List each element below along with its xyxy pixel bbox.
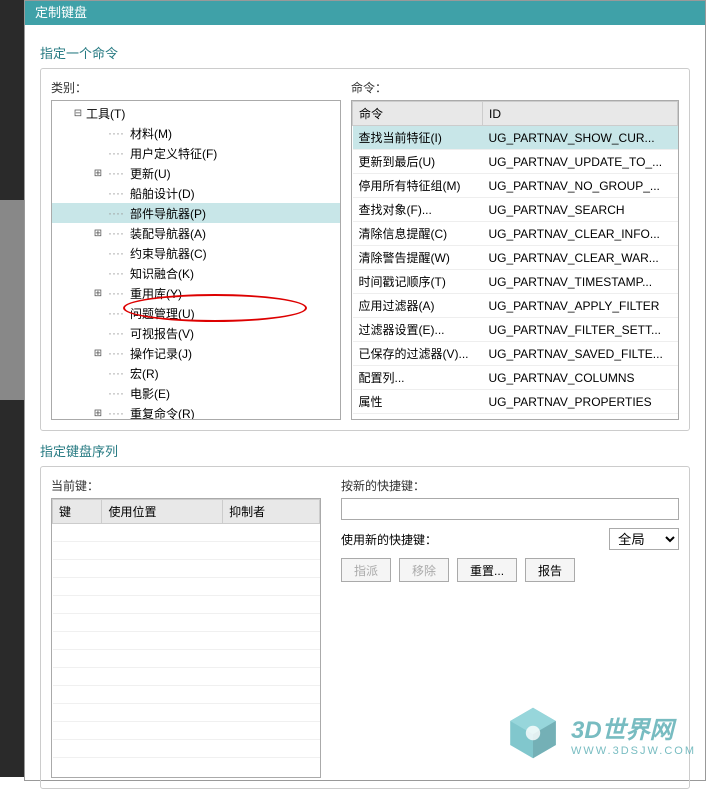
tree-item[interactable]: ····材料(M) (52, 123, 340, 143)
reset-button[interactable]: 重置... (457, 558, 517, 582)
tree-item[interactable]: ····宏(R) (52, 363, 340, 383)
tree-item[interactable]: ····可视报告(V) (52, 323, 340, 343)
tree-item[interactable]: ⊞····重用库(Y) (52, 283, 340, 303)
command-row[interactable]: 属性UG_PARTNAV_PROPERTIES (353, 390, 678, 414)
section-assign-command: 指定一个命令 (40, 43, 690, 62)
expand-icon[interactable]: ⊞ (92, 228, 104, 239)
expand-icon[interactable]: ⊞ (92, 408, 104, 419)
tree-item[interactable]: ····部件导航器(P) (52, 203, 340, 223)
tree-item[interactable]: ⊞····更新(U) (52, 163, 340, 183)
collapse-icon[interactable]: ⊟ (72, 108, 84, 119)
command-row[interactable]: 时间戳记顺序(T)UG_PARTNAV_TIMESTAMP... (353, 270, 678, 294)
tree-item[interactable]: ····问题管理(U) (52, 303, 340, 323)
dialog-title: 定制键盘 (25, 1, 705, 25)
command-row[interactable]: 配置列...UG_PARTNAV_COLUMNS (353, 366, 678, 390)
command-row[interactable]: 导出至浏览器(B)UG_PARTNAV_EXPORT_TO_... (353, 414, 678, 421)
command-label: 命令： (351, 79, 679, 96)
seq-header-key[interactable]: 键 (53, 500, 102, 524)
current-keys-table[interactable]: 键 使用位置 抑制者 (51, 498, 321, 778)
tree-root[interactable]: ⊟工具(T) (52, 103, 340, 123)
command-row[interactable]: 应用过滤器(A)UG_PARTNAV_APPLY_FILTER (353, 294, 678, 318)
command-row[interactable]: 过滤器设置(E)...UG_PARTNAV_FILTER_SETT... (353, 318, 678, 342)
command-row[interactable]: 已保存的过滤器(V)...UG_PARTNAV_SAVED_FILTE... (353, 342, 678, 366)
tree-item[interactable]: ····用户定义特征(F) (52, 143, 340, 163)
assign-command-panel: 类别： ⊟工具(T)····材料(M)····用户定义特征(F)⊞····更新(… (40, 68, 690, 431)
command-row[interactable]: 查找当前特征(I)UG_PARTNAV_SHOW_CUR... (353, 126, 678, 150)
expand-icon[interactable]: ⊞ (92, 348, 104, 359)
tree-item[interactable]: ····电影(E) (52, 383, 340, 403)
section-sequence: 指定键盘序列 (40, 441, 690, 460)
command-list[interactable]: 命令 ID 查找当前特征(I)UG_PARTNAV_SHOW_CUR...更新到… (351, 100, 679, 420)
command-row[interactable]: 清除警告提醒(W)UG_PARTNAV_CLEAR_WAR... (353, 246, 678, 270)
cmd-header-name[interactable]: 命令 (353, 102, 483, 126)
expand-icon[interactable]: ⊞ (92, 288, 104, 299)
customize-keyboard-dialog: 定制键盘 指定一个命令 类别： ⊟工具(T)····材料(M)····用户定义特… (24, 0, 706, 781)
new-shortcut-input[interactable] (341, 498, 679, 520)
tree-item[interactable]: ····约束导航器(C) (52, 243, 340, 263)
scope-select[interactable]: 全局 (609, 528, 679, 550)
report-button[interactable]: 报告 (525, 558, 575, 582)
command-row[interactable]: 查找对象(F)...UG_PARTNAV_SEARCH (353, 198, 678, 222)
tree-item[interactable]: ⊞····重复命令(R) (52, 403, 340, 420)
sequence-panel: 当前键： 键 使用位置 抑制者 (40, 466, 690, 789)
remove-button[interactable]: 移除 (399, 558, 449, 582)
use-new-label: 使用新的快捷键： (341, 531, 601, 548)
current-keys-label: 当前键： (51, 477, 321, 494)
command-row[interactable]: 清除信息提醒(C)UG_PARTNAV_CLEAR_INFO... (353, 222, 678, 246)
press-new-label: 按新的快捷键： (341, 477, 679, 494)
tree-item[interactable]: ····船舶设计(D) (52, 183, 340, 203)
command-row[interactable]: 停用所有特征组(M)UG_PARTNAV_NO_GROUP_... (353, 174, 678, 198)
tree-item[interactable]: ⊞····操作记录(J) (52, 343, 340, 363)
expand-icon[interactable]: ⊞ (92, 168, 104, 179)
seq-header-where[interactable]: 使用位置 (102, 500, 223, 524)
tree-item[interactable]: ⊞····装配导航器(A) (52, 223, 340, 243)
cmd-header-id[interactable]: ID (483, 102, 678, 126)
assign-button[interactable]: 指派 (341, 558, 391, 582)
category-label: 类别： (51, 79, 341, 96)
command-row[interactable]: 更新到最后(U)UG_PARTNAV_UPDATE_TO_... (353, 150, 678, 174)
seq-header-suppress[interactable]: 抑制者 (223, 500, 320, 524)
category-tree[interactable]: ⊟工具(T)····材料(M)····用户定义特征(F)⊞····更新(U)··… (51, 100, 341, 420)
tree-item[interactable]: ····知识融合(K) (52, 263, 340, 283)
